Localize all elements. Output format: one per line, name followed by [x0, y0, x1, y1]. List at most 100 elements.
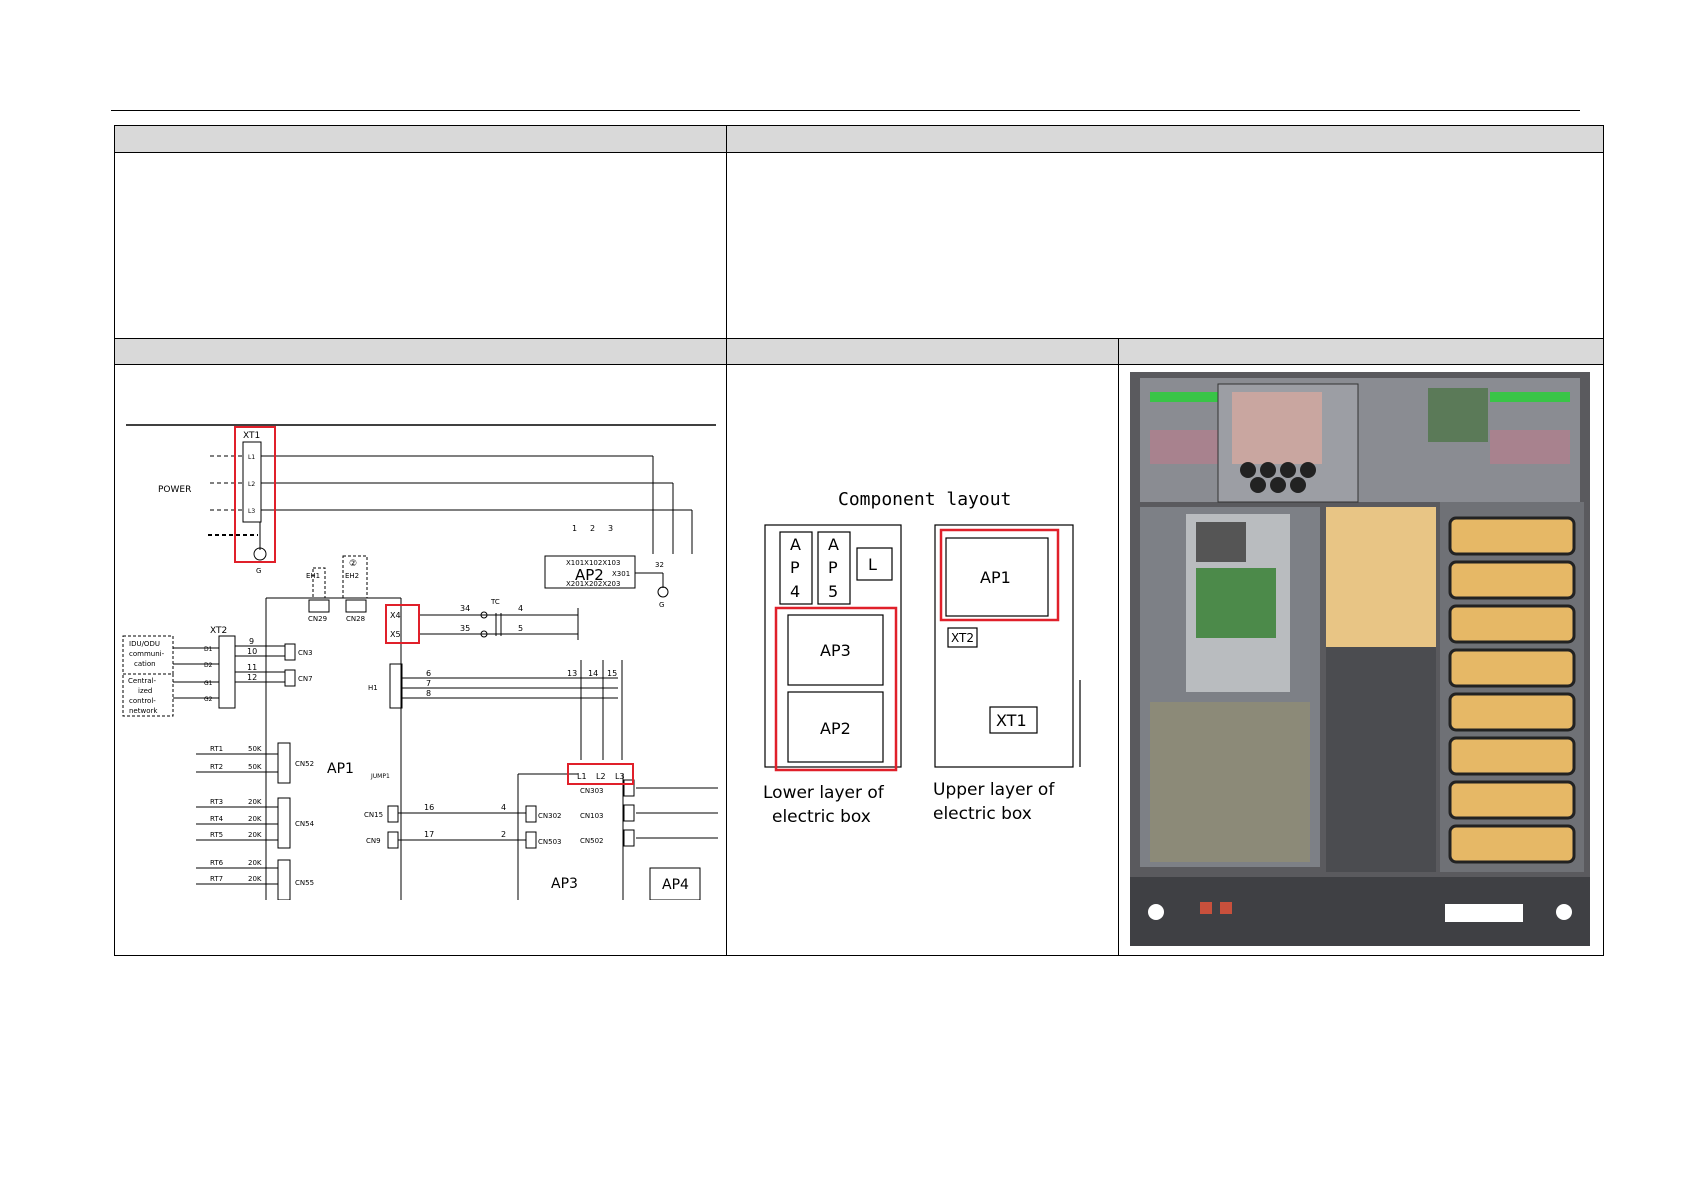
unit-interior-image: [1130, 372, 1590, 946]
idu-line1: IDU/ODU: [129, 640, 160, 648]
l3-label: L3: [248, 508, 255, 515]
g1-label: G1: [204, 680, 213, 687]
top-header-row: [115, 126, 1603, 153]
wire-1: 1: [572, 524, 577, 533]
g2-label: G2: [204, 696, 213, 703]
ground2-label: G: [659, 601, 664, 609]
wire-34: 34: [460, 604, 470, 613]
wire-3: 3: [608, 524, 613, 533]
rt3-label: RT3: [210, 798, 223, 806]
upper-layer-line1: Upper layer of: [933, 780, 1055, 800]
l1-label: L1: [248, 454, 255, 461]
eh2-label: EH2: [345, 572, 359, 580]
wire-17: 17: [424, 830, 434, 839]
wire-4b: 4: [501, 803, 506, 812]
bus-l2: L2: [596, 772, 606, 781]
ap1-box-label: AP1: [980, 568, 1011, 587]
wire-4: 4: [518, 604, 523, 613]
wire-11: 11: [247, 663, 257, 672]
rt4-label: RT4: [210, 815, 224, 823]
bottom-header-row: [115, 339, 1603, 365]
cn303-label: CN303: [580, 787, 604, 795]
cn3-label: CN3: [298, 649, 313, 657]
component-layout: Component layout A P 4 A P 5 L AP3 AP2 A…: [763, 489, 1081, 827]
rt1-label: RT1: [210, 745, 223, 753]
ap1-label: AP1: [327, 761, 354, 777]
central-line2: ized: [138, 687, 152, 695]
ap2-box-label: AP2: [820, 719, 851, 738]
wire-32: 32: [655, 561, 664, 569]
power-label: POWER: [158, 485, 191, 495]
x201-label: X201X202X203: [566, 580, 620, 588]
ap3-label: AP3: [551, 876, 578, 892]
xt1-box-label: XT1: [996, 711, 1027, 730]
central-line1: Central-: [128, 677, 156, 685]
ap5-a: A: [828, 535, 839, 554]
top-left-cell: [115, 154, 726, 338]
lower-layer-line1: Lower layer of: [763, 783, 885, 803]
ap4-4: 4: [790, 582, 800, 601]
x101-label: X101X102X103: [566, 559, 620, 567]
ground-label: G: [256, 567, 261, 575]
circle2-label: ②: [349, 559, 357, 569]
l2-label: L2: [248, 481, 255, 488]
ap5-p: P: [828, 558, 838, 577]
rt1-value: 50K: [248, 745, 262, 753]
rt4-value: 20K: [248, 815, 262, 823]
wire-16: 16: [424, 803, 434, 812]
top-right-cell: [727, 154, 1603, 338]
ap4-a: A: [790, 535, 801, 554]
layout-title: Component layout: [838, 489, 1011, 510]
eh1-label: EH1: [306, 572, 320, 580]
bottom-divider-2: [1118, 339, 1119, 955]
wire-35: 35: [460, 624, 470, 633]
wire-2b: 2: [501, 830, 506, 839]
rt7-label: RT7: [210, 875, 223, 883]
cn28-label: CN28: [346, 615, 365, 623]
page-header-rule: [111, 110, 1580, 111]
idu-line3: cation: [134, 660, 156, 668]
x4-label: X4: [390, 611, 401, 620]
wire-10: 10: [247, 647, 257, 656]
d2-label: D2: [204, 662, 213, 669]
rt7-value: 20K: [248, 875, 262, 883]
wire-2: 2: [590, 524, 595, 533]
rt3-value: 20K: [248, 798, 262, 806]
xt2-label: XT2: [210, 626, 227, 636]
wire-5: 5: [518, 624, 523, 633]
wire-9: 9: [249, 637, 254, 646]
cn15-label: CN15: [364, 811, 383, 819]
wire-6: 6: [426, 669, 431, 678]
rt2-value: 50K: [248, 763, 262, 771]
rt5-label: RT5: [210, 831, 223, 839]
ap4-p: P: [790, 558, 800, 577]
cn502-label: CN502: [580, 837, 604, 845]
wiring-diagram: XT1 L1 L2 L3 POWER G EH1 ② EH2 CN29 CN28…: [122, 424, 718, 900]
rt2-label: RT2: [210, 763, 223, 771]
highlight-boxes: [234, 426, 634, 785]
ap3-box-label: AP3: [820, 641, 851, 660]
cn9-label: CN9: [366, 837, 381, 845]
wire-13: 13: [567, 669, 577, 678]
xt1-label: XT1: [243, 431, 260, 441]
top-table: [114, 125, 1604, 339]
bus-l3: L3: [615, 772, 625, 781]
rt6-value: 20K: [248, 859, 262, 867]
cn7-label: CN7: [298, 675, 313, 683]
rt6-label: RT6: [210, 859, 224, 867]
central-line4: network: [129, 707, 158, 715]
tc-label: TC: [490, 598, 500, 606]
wire-7: 7: [426, 679, 431, 688]
cn52-label: CN52: [295, 760, 314, 768]
cn302-label: CN302: [538, 812, 562, 820]
cn103-label: CN103: [580, 812, 604, 820]
l-label: L: [868, 555, 877, 574]
wire-8: 8: [426, 689, 431, 698]
xt2-box-label: XT2: [951, 631, 974, 645]
central-line3: control-: [129, 697, 156, 705]
x301-label: X301: [612, 570, 630, 578]
ap5-5: 5: [828, 582, 838, 601]
wire-15: 15: [607, 669, 617, 678]
rt5-value: 20K: [248, 831, 262, 839]
ap4-label: AP4: [662, 877, 689, 893]
